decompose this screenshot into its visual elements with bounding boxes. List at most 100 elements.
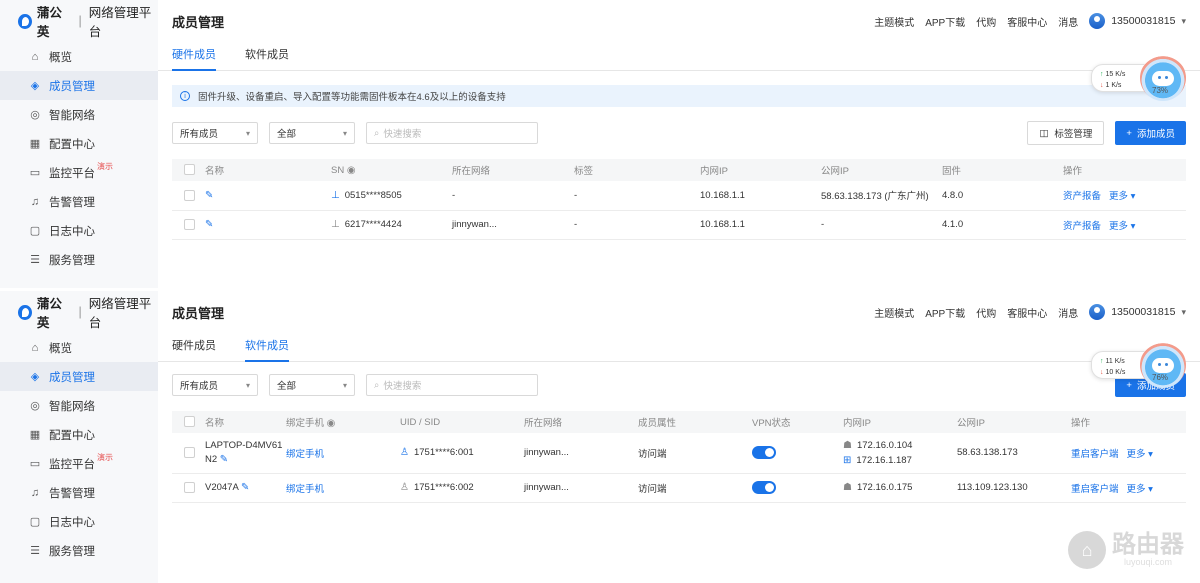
app-download-link[interactable]: APP下载	[925, 305, 965, 320]
eye-icon[interactable]: ◉	[347, 165, 356, 176]
col-sn: SN ◉	[331, 159, 452, 181]
sidebar: 蒲公英 | 网络管理平台 ⌂ 概览 ◈ 成员管理 ◎ 智能网络 ▦ 配置中心 ▭ 监控平台…	[0, 291, 158, 583]
android-icon: ☗	[843, 439, 852, 451]
edit-icon[interactable]: ✎	[205, 219, 213, 230]
software-members-panel: 蒲公英 | 网络管理平台 ⌂ 概览 ◈ 成员管理 ◎ 智能网络 ▦ 配置中心 ▭ 监控平台…	[0, 291, 1200, 583]
status-filter-select[interactable]: 全部 ▾	[269, 374, 355, 396]
tab-software[interactable]: 软件成员	[245, 333, 289, 362]
user-menu[interactable]: 13500031815 ▾	[1089, 13, 1186, 29]
vpn-toggle[interactable]	[752, 481, 776, 494]
nav-item-config[interactable]: ▦ 配置中心	[0, 420, 158, 449]
add-member-button[interactable]: +添加成员	[1115, 121, 1186, 145]
demo-badge: 演示	[97, 162, 113, 171]
service-icon: ☰	[30, 254, 40, 266]
speed-monitor-widget[interactable]: ↑ 11 K/s ↓ 10 K/s 76%	[1091, 342, 1186, 388]
page-title: 成员管理	[172, 305, 225, 321]
restart-client-link[interactable]: 重启客户端	[1071, 484, 1119, 495]
nav-item-services[interactable]: ☰ 服务管理	[0, 536, 158, 565]
table-row: LAPTOP-D4MV61N2 ✎ 绑定手机 ♙ 1751****6:001 ji…	[172, 433, 1186, 474]
assistant-bubble-icon[interactable]: 73%	[1140, 55, 1186, 101]
theme-mode-link[interactable]: 主题模式	[874, 305, 914, 320]
network-icon: ◎	[30, 400, 40, 412]
nav-item-smart-network[interactable]: ◎ 智能网络	[0, 100, 158, 129]
nav-item-members[interactable]: ◈ 成员管理	[0, 362, 158, 391]
col-attr: 成员属性	[638, 411, 752, 433]
nav-item-config[interactable]: ▦ 配置中心	[0, 129, 158, 158]
topbar: 成员管理 主题模式 APP下载 代购 客服中心 消息 13500031815 ▾	[158, 291, 1200, 333]
restart-client-link[interactable]: 重启客户端	[1071, 449, 1119, 460]
nav-item-monitor[interactable]: ▭ 监控平台 演示	[0, 449, 158, 478]
member-filter-select[interactable]: 所有成员 ▾	[172, 374, 258, 396]
brand-logo[interactable]: 蒲公英 | 网络管理平台	[0, 291, 158, 333]
more-menu[interactable]: 更多 ▾	[1126, 449, 1152, 460]
grid-icon: ▦	[29, 429, 41, 441]
vpn-toggle[interactable]	[752, 446, 776, 460]
row-checkbox[interactable]	[184, 447, 195, 459]
col-network: 所在网络	[524, 411, 638, 433]
nav-item-overview[interactable]: ⌂ 概览	[0, 333, 158, 362]
chevron-down-icon: ▾	[245, 128, 250, 138]
speed-monitor-widget[interactable]: ↑ 15 K/s ↓ 1 K/s 73%	[1091, 55, 1186, 101]
search-input[interactable]: ⌕ 快速搜索	[366, 374, 538, 396]
theme-mode-link[interactable]: 主题模式	[874, 14, 914, 29]
bell-icon: ♫	[30, 195, 40, 208]
network-icon: ◎	[30, 109, 40, 121]
support-link[interactable]: 客服中心	[1007, 14, 1047, 29]
app-download-link[interactable]: APP下载	[925, 14, 965, 29]
user-icon: ♙	[400, 482, 409, 493]
search-input[interactable]: ⌕ 快速搜索	[366, 122, 538, 144]
router-icon: ⊥	[331, 189, 340, 201]
software-table: 名称 绑定手机 ◉ UID / SID 所在网络 成员属性 VPN状态 内网IP…	[172, 411, 1186, 503]
messages-link[interactable]: 消息	[1058, 305, 1078, 320]
member-filter-select[interactable]: 所有成员 ▾	[172, 122, 258, 144]
edit-icon[interactable]: ✎	[205, 190, 213, 201]
assistant-bubble-icon[interactable]: 76%	[1140, 342, 1186, 388]
tag-manage-button[interactable]: ◫ 标签管理	[1027, 121, 1105, 145]
search-icon: ⌕	[374, 127, 380, 139]
top-links: 主题模式 APP下载 代购 客服中心 消息 13500031815 ▾	[874, 13, 1186, 29]
col-wan-ip: 公网IP	[957, 411, 1071, 433]
row-checkbox[interactable]	[184, 481, 195, 493]
router-logo-icon: ⌂	[1068, 531, 1106, 569]
more-menu[interactable]: 更多 ▾	[1126, 484, 1152, 495]
more-menu[interactable]: 更多 ▾	[1109, 221, 1135, 232]
asset-report-link[interactable]: 资产报备	[1063, 221, 1101, 232]
nav-item-alerts[interactable]: ♫ 告警管理	[0, 187, 158, 216]
messages-link[interactable]: 消息	[1058, 14, 1078, 29]
tab-hardware[interactable]: 硬件成员	[172, 333, 216, 362]
dandelion-logo-icon	[18, 304, 32, 320]
bind-phone-link[interactable]: 绑定手机	[286, 484, 324, 495]
bind-phone-link[interactable]: 绑定手机	[286, 449, 324, 460]
nav-item-members[interactable]: ◈ 成员管理	[0, 71, 158, 100]
select-all-checkbox[interactable]	[184, 416, 195, 428]
tab-software[interactable]: 软件成员	[245, 42, 289, 71]
brand-logo[interactable]: 蒲公英 | 网络管理平台	[0, 0, 158, 42]
edit-icon[interactable]: ✎	[220, 454, 228, 465]
page-title: 成员管理	[172, 14, 225, 30]
layers-icon: ◈	[30, 80, 40, 92]
purchase-link[interactable]: 代购	[976, 305, 996, 320]
select-all-checkbox[interactable]	[184, 164, 195, 176]
row-checkbox[interactable]	[184, 218, 195, 230]
nav-item-alerts[interactable]: ♫ 告警管理	[0, 478, 158, 507]
nav-item-logs[interactable]: ▢ 日志中心	[0, 216, 158, 245]
nav-item-logs[interactable]: ▢ 日志中心	[0, 507, 158, 536]
arrow-up-icon: ↑	[1100, 358, 1104, 365]
more-menu[interactable]: 更多 ▾	[1109, 191, 1135, 202]
row-checkbox[interactable]	[184, 189, 195, 201]
asset-report-link[interactable]: 资产报备	[1063, 191, 1101, 202]
nav-item-monitor[interactable]: ▭ 监控平台 演示	[0, 158, 158, 187]
tab-hardware[interactable]: 硬件成员	[172, 42, 216, 71]
status-filter-select[interactable]: 全部 ▾	[269, 122, 355, 144]
nav-item-services[interactable]: ☰ 服务管理	[0, 245, 158, 274]
nav-item-smart-network[interactable]: ◎ 智能网络	[0, 391, 158, 420]
software-table-wrap: 名称 绑定手机 ◉ UID / SID 所在网络 成员属性 VPN状态 内网IP…	[158, 411, 1200, 503]
eye-icon[interactable]: ◉	[327, 418, 336, 429]
user-menu[interactable]: 13500031815 ▾	[1089, 304, 1186, 320]
brand-name: 蒲公英	[36, 297, 62, 330]
support-link[interactable]: 客服中心	[1007, 305, 1047, 320]
nav-item-overview[interactable]: ⌂ 概览	[0, 42, 158, 71]
edit-icon[interactable]: ✎	[241, 482, 249, 493]
monitor-icon: ▭	[29, 167, 41, 179]
purchase-link[interactable]: 代购	[976, 14, 996, 29]
